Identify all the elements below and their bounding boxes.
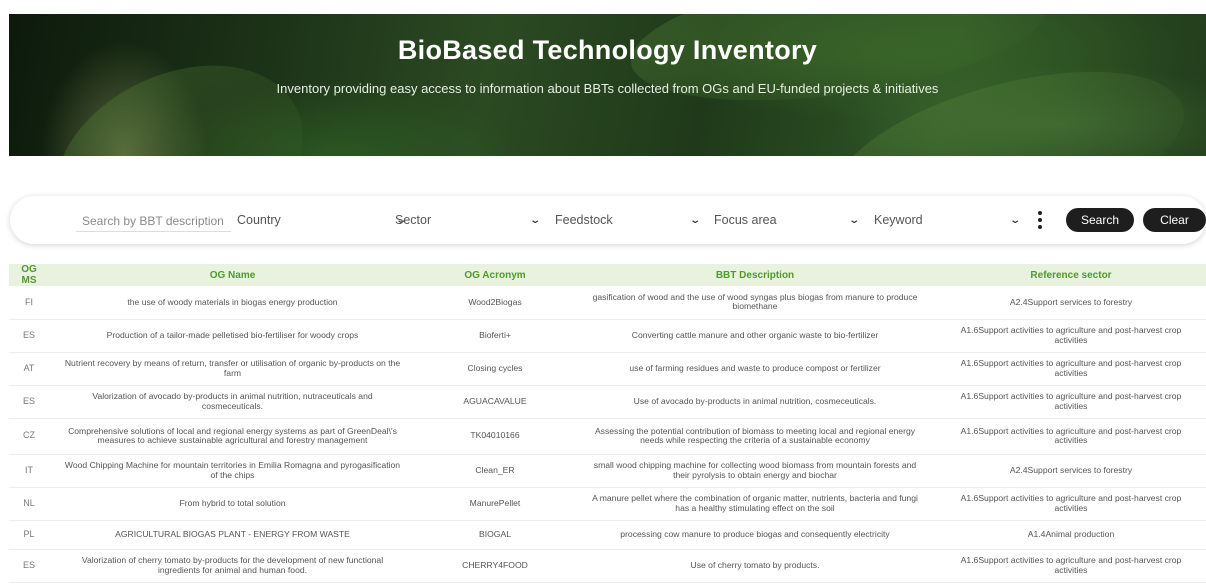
table-row[interactable]: PL AGRICULTURAL BIOGAS PLANT - ENERGY FR… [9, 520, 1206, 550]
page-title: BioBased Technology Inventory [397, 35, 818, 65]
table-row[interactable]: ES Valorization of avocado by-products i… [9, 385, 1206, 419]
country-select-label: Country [237, 213, 281, 227]
focus-area-select-label: Focus area [714, 213, 777, 227]
cell-reference-sector: A2.4Support services to forestry [936, 286, 1206, 320]
cell-og-acronym: CHERRY4FOOD [416, 549, 574, 583]
cell-og-name: Wood Chipping Machine for mountain terri… [49, 454, 416, 488]
cell-og-ms: IT [9, 454, 49, 488]
cell-reference-sector: A2.4Support services to forestry [936, 454, 1206, 488]
cell-og-acronym: TK04010166 [416, 418, 574, 455]
table-row[interactable]: AT Nutrient recovery by means of return,… [9, 352, 1206, 386]
cell-og-acronym: ManurePellet [416, 487, 574, 521]
column-header-bbt-description[interactable]: BBT Description [574, 264, 936, 286]
cell-og-ms: ES [9, 385, 49, 419]
hero-banner: BioBased Technology Inventory Inventory … [9, 14, 1206, 156]
table-row[interactable]: FI the use of woody materials in biogas … [9, 286, 1206, 320]
table-row[interactable]: CZ Comprehensive solutions of local and … [9, 418, 1206, 455]
column-header-og-name[interactable]: OG Name [49, 264, 416, 286]
cell-og-ms: CZ [9, 418, 49, 455]
page-subtitle: Inventory providing easy access to infor… [276, 81, 939, 96]
cell-og-name: the use of woody materials in biogas ene… [49, 286, 416, 320]
chevron-down-icon: ⌄ [688, 214, 701, 226]
more-vertical-icon[interactable] [1035, 211, 1045, 229]
table-row[interactable]: ES Production of a tailor-made pelletise… [9, 319, 1206, 353]
sector-select[interactable]: Sector ⌄ [395, 210, 541, 230]
search-button[interactable]: Search [1066, 208, 1134, 232]
cell-og-acronym: Clean_ER [416, 454, 574, 488]
cell-bbt-description: Converting cattle manure and other organ… [574, 319, 936, 353]
cell-og-ms: AT [9, 352, 49, 386]
cell-og-name: Nutrient recovery by means of return, tr… [49, 352, 416, 386]
table-row[interactable]: IT Wood Chipping Machine for mountain te… [9, 454, 1206, 488]
chevron-down-icon: ⌄ [847, 214, 860, 226]
cell-og-ms: FI [9, 286, 49, 320]
cell-reference-sector: A1.4Animal production [936, 520, 1206, 550]
focus-area-select[interactable]: Focus area ⌄ [714, 210, 860, 230]
cell-og-name: Comprehensive solutions of local and reg… [49, 418, 416, 455]
clear-button[interactable]: Clear [1143, 208, 1206, 232]
bbt-description-search-input[interactable] [76, 210, 231, 232]
cell-og-name: From hybrid to total solution [49, 487, 416, 521]
table-row[interactable]: ES Valorization of cherry tomato by-prod… [9, 549, 1206, 583]
cell-bbt-description: Use of avocado by-products in animal nut… [574, 385, 936, 419]
cell-og-name: Valorization of avocado by-products in a… [49, 385, 416, 419]
chevron-down-icon: ⌄ [1008, 214, 1021, 226]
column-header-og-ms[interactable]: OG MS [9, 264, 49, 286]
cell-reference-sector: A1.6Support activities to agriculture an… [936, 319, 1206, 353]
keyword-select-label: Keyword [874, 213, 923, 227]
cell-og-ms: NL [9, 487, 49, 521]
cell-bbt-description: Assessing the potential contribution of … [574, 418, 936, 455]
cell-reference-sector: A1.6Support activities to agriculture an… [936, 487, 1206, 521]
sector-select-label: Sector [395, 213, 432, 227]
cell-bbt-description: small wood chipping machine for collecti… [574, 454, 936, 488]
table-row[interactable]: NL From hybrid to total solution ManureP… [9, 487, 1206, 521]
table-header-row: OG MS OG Name OG Acronym BBT Description… [9, 264, 1206, 286]
cell-bbt-description: use of farming residues and waste to pro… [574, 352, 936, 386]
cell-og-acronym: Wood2Biogas [416, 286, 574, 320]
cell-og-name: AGRICULTURAL BIOGAS PLANT - ENERGY FROM … [49, 520, 416, 550]
chevron-down-icon: ⌄ [528, 214, 541, 226]
cell-bbt-description: gasification of wood and the use of wood… [574, 286, 936, 320]
cell-reference-sector: A1.6Support activities to agriculture an… [936, 549, 1206, 583]
country-select[interactable]: Country ⌄ [237, 210, 407, 230]
bbt-results-table: OG MS OG Name OG Acronym BBT Description… [9, 264, 1206, 583]
feedstock-select-label: Feedstock [555, 213, 613, 227]
cell-bbt-description: processing cow manure to produce biogas … [574, 520, 936, 550]
cell-reference-sector: A1.6Support activities to agriculture an… [936, 352, 1206, 386]
keyword-select[interactable]: Keyword ⌄ [874, 210, 1021, 230]
cell-og-ms: PL [9, 520, 49, 550]
cell-bbt-description: Use of cherry tomato by products. [574, 549, 936, 583]
cell-og-ms: ES [9, 319, 49, 353]
cell-bbt-description: A manure pellet where the combination of… [574, 487, 936, 521]
cell-og-acronym: Closing cycles [416, 352, 574, 386]
cell-og-name: Valorization of cherry tomato by-product… [49, 549, 416, 583]
column-header-og-acronym[interactable]: OG Acronym [416, 264, 574, 286]
cell-og-acronym: AGUACAVALUE [416, 385, 574, 419]
cell-og-acronym: BIOGAL [416, 520, 574, 550]
cell-reference-sector: A1.6Support activities to agriculture an… [936, 418, 1206, 455]
cell-og-name: Production of a tailor-made pelletised b… [49, 319, 416, 353]
cell-reference-sector: A1.6Support activities to agriculture an… [936, 385, 1206, 419]
search-filter-bar: Country ⌄ Sector ⌄ Feedstock ⌄ Focus are… [10, 196, 1206, 244]
cell-og-ms: ES [9, 549, 49, 583]
feedstock-select[interactable]: Feedstock ⌄ [555, 210, 701, 230]
cell-og-acronym: Bioferti+ [416, 319, 574, 353]
column-header-reference-sector[interactable]: Reference sector [936, 264, 1206, 286]
